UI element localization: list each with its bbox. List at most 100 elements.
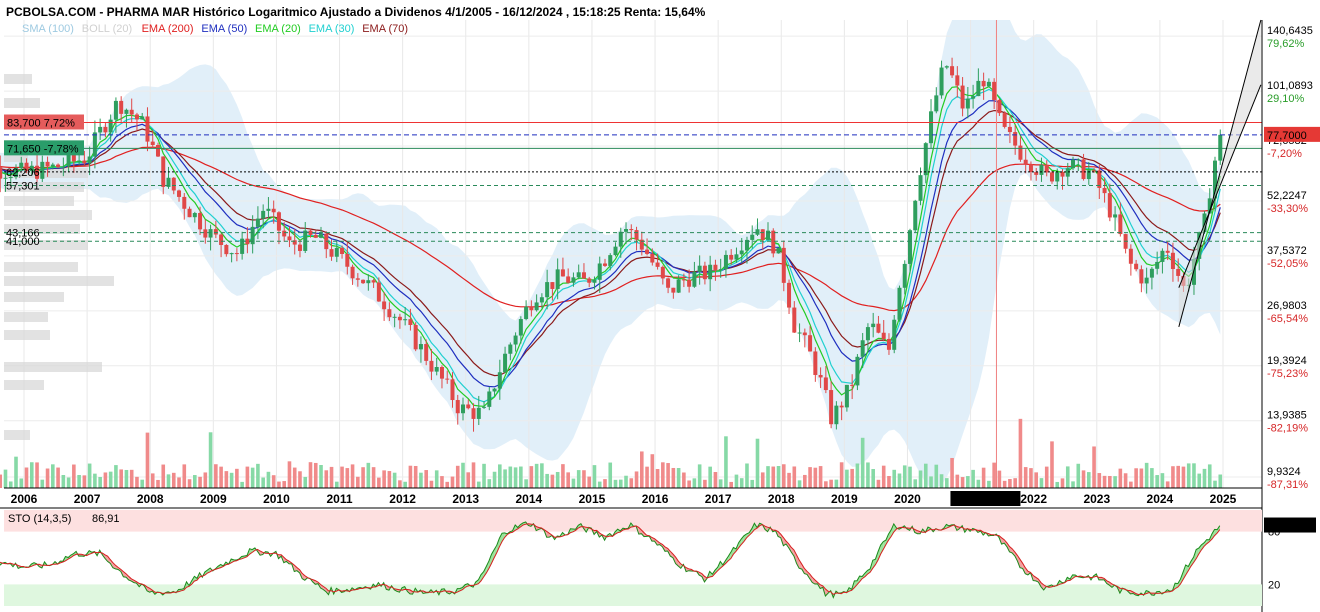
- volume-bar: [824, 481, 828, 488]
- volume-bar: [392, 472, 397, 488]
- volume-bar: [966, 476, 970, 488]
- volume-bar: [292, 467, 297, 488]
- volume-bar: [634, 471, 639, 488]
- volume-bar: [1113, 476, 1117, 488]
- stoch-value-tag-text: 86,914: [1267, 521, 1301, 533]
- candle-body: [319, 233, 324, 238]
- volume-bar: [487, 479, 492, 488]
- volume-bar: [1118, 468, 1123, 488]
- candle-body: [203, 229, 208, 238]
- stoch-label: STO (14,3,5): [8, 513, 71, 525]
- candle-body: [1144, 277, 1149, 284]
- volume-bar: [1023, 467, 1028, 488]
- candle-body: [355, 278, 360, 280]
- volume-bar: [923, 463, 928, 488]
- candle-body: [497, 372, 502, 389]
- y-tick-percent: -75,23%: [1267, 368, 1308, 380]
- volume-bar: [19, 478, 24, 488]
- volume-bar: [108, 471, 113, 488]
- x-tick-label: 2016: [642, 492, 669, 506]
- candle-body: [871, 323, 876, 328]
- candle-body: [66, 154, 71, 167]
- volume-bar: [1150, 468, 1154, 488]
- volume-bar: [576, 470, 581, 488]
- volume-bar: [687, 480, 691, 488]
- volume-bar: [871, 469, 875, 488]
- volume-bar: [156, 479, 160, 488]
- candle-body: [145, 116, 150, 142]
- candle-body: [113, 100, 118, 120]
- volume-bar: [82, 475, 87, 488]
- candle-body: [376, 282, 381, 302]
- volume-bar: [750, 479, 755, 488]
- volume-bar: [1197, 473, 1202, 488]
- volume-bar: [476, 481, 481, 488]
- volume-bar: [671, 467, 676, 488]
- volume-bar: [1092, 446, 1096, 488]
- candle-body: [576, 272, 581, 278]
- volume-bar: [334, 481, 339, 488]
- candle-body: [192, 213, 197, 218]
- candle-body: [1018, 145, 1023, 160]
- volume-bar: [845, 469, 849, 488]
- volume-bar: [792, 466, 797, 488]
- candle-body: [902, 263, 907, 288]
- volume-bar: [913, 479, 918, 488]
- volume-bar: [440, 476, 444, 488]
- candle-body: [492, 388, 497, 392]
- date-highlight-text: 31/5/2021: [959, 492, 1013, 506]
- volume-bar: [35, 462, 39, 488]
- y-tick-label: 37,5372: [1267, 245, 1307, 257]
- candle-body: [56, 164, 61, 168]
- volume-bar: [72, 464, 76, 488]
- level-label: 57,301: [6, 181, 40, 193]
- legend-entry: EMA (70): [362, 23, 408, 35]
- candle-body: [350, 266, 355, 279]
- volume-bar: [934, 464, 939, 488]
- volume-bar: [455, 465, 460, 488]
- volume-bar: [445, 481, 450, 488]
- candle-body: [524, 306, 529, 320]
- volume-bar: [818, 466, 823, 488]
- candle-body: [918, 175, 923, 201]
- candle-body: [403, 319, 408, 321]
- candle-body: [108, 119, 113, 133]
- y-tick-label: 9,9324: [1267, 466, 1301, 478]
- volume-bar: [1002, 480, 1007, 488]
- candle-body: [1118, 214, 1123, 235]
- candle-body: [813, 351, 818, 375]
- candle-body: [650, 253, 655, 263]
- volume-bar: [119, 469, 123, 488]
- candle-body: [340, 247, 345, 254]
- candle-body: [171, 177, 176, 191]
- candle-body: [592, 279, 597, 283]
- candle-body: [261, 210, 266, 219]
- candle-body: [981, 80, 986, 87]
- volume-bar: [471, 462, 476, 488]
- volume-bar: [61, 475, 66, 488]
- candle-body: [50, 164, 55, 167]
- volume-bar: [161, 464, 166, 488]
- volume-bar: [987, 480, 991, 488]
- volume-bar: [813, 467, 818, 488]
- volume-bar: [198, 476, 202, 488]
- candle-body: [119, 100, 124, 114]
- volume-bar: [908, 466, 912, 488]
- candle-body: [629, 229, 634, 231]
- volume-bar: [498, 464, 502, 488]
- volume-bar: [592, 465, 597, 488]
- volume-bar: [1044, 466, 1049, 488]
- volume-bar: [550, 474, 555, 488]
- chart-root: 83,700 7,72% 71,650 -7,78% 62,206 57,301 43,…: [0, 0, 1320, 612]
- volume-profile-bar: [4, 210, 92, 220]
- volume-profile-bar: [4, 292, 64, 302]
- volume-bar: [371, 467, 376, 488]
- candle-body: [134, 114, 139, 120]
- candle-body: [760, 229, 765, 240]
- volume-bar: [1060, 478, 1065, 488]
- candle-body: [855, 356, 860, 386]
- candle-body: [334, 247, 339, 257]
- volume-bar: [235, 468, 239, 488]
- candle-body: [907, 230, 912, 264]
- volume-bar: [324, 470, 329, 488]
